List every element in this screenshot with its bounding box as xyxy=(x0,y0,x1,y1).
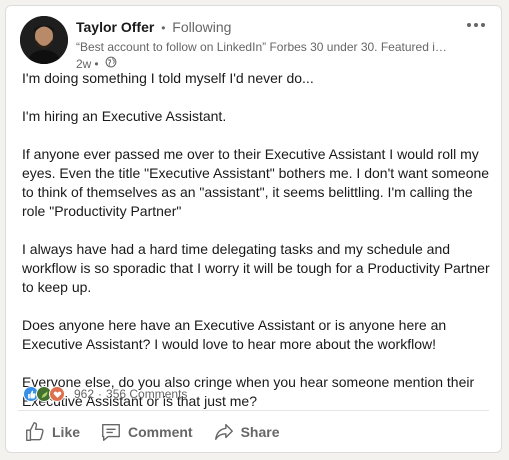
post-paragraph: I always have had a hard time delegating… xyxy=(22,241,490,295)
post-paragraph: Does anyone here have an Executive Assis… xyxy=(22,317,447,352)
comment-count[interactable]: 356 Comments xyxy=(106,387,187,401)
more-dot-icon xyxy=(474,23,478,27)
post-actions: Like Comment Share xyxy=(18,416,489,448)
more-dot-icon xyxy=(467,23,471,27)
love-icon xyxy=(49,386,65,402)
post-body: I'm doing something I told myself I'd ne… xyxy=(22,69,494,430)
follow-status[interactable]: Following xyxy=(172,19,231,35)
comment-icon xyxy=(102,423,120,441)
avatar[interactable] xyxy=(20,16,68,64)
dot-separator: • xyxy=(161,21,166,35)
post-paragraph: If anyone ever passed me over to their E… xyxy=(22,146,490,219)
author-name-line: Taylor Offer • Following xyxy=(76,18,449,37)
post-paragraph: I'm doing something I told myself I'd ne… xyxy=(22,70,314,86)
more-options-button[interactable] xyxy=(463,16,489,34)
social-counts: 962 · 356 Comments xyxy=(23,384,187,404)
share-button[interactable]: Share xyxy=(207,416,286,448)
post-paragraph: I'm hiring an Executive Assistant. xyxy=(22,108,227,124)
comment-label: Comment xyxy=(128,424,193,440)
post-header: Taylor Offer • Following “Best account t… xyxy=(20,16,489,72)
comment-button[interactable]: Comment xyxy=(94,416,199,448)
author-name[interactable]: Taylor Offer xyxy=(76,19,154,35)
author-meta: Taylor Offer • Following “Best account t… xyxy=(76,18,449,72)
more-dot-icon xyxy=(481,23,485,27)
author-headline: “Best account to follow on LinkedIn” For… xyxy=(76,40,449,54)
avatar-image xyxy=(20,16,68,64)
feed-post-card: Taylor Offer • Following “Best account t… xyxy=(5,5,502,453)
share-icon xyxy=(214,423,233,441)
social-separator: · xyxy=(98,387,103,401)
like-label: Like xyxy=(52,424,81,440)
reaction-icons[interactable] xyxy=(23,386,65,402)
divider xyxy=(18,410,489,411)
thumbs-up-icon xyxy=(26,422,44,441)
reaction-count[interactable]: 962 xyxy=(74,387,94,401)
like-button[interactable]: Like xyxy=(18,416,86,448)
share-label: Share xyxy=(240,424,280,440)
